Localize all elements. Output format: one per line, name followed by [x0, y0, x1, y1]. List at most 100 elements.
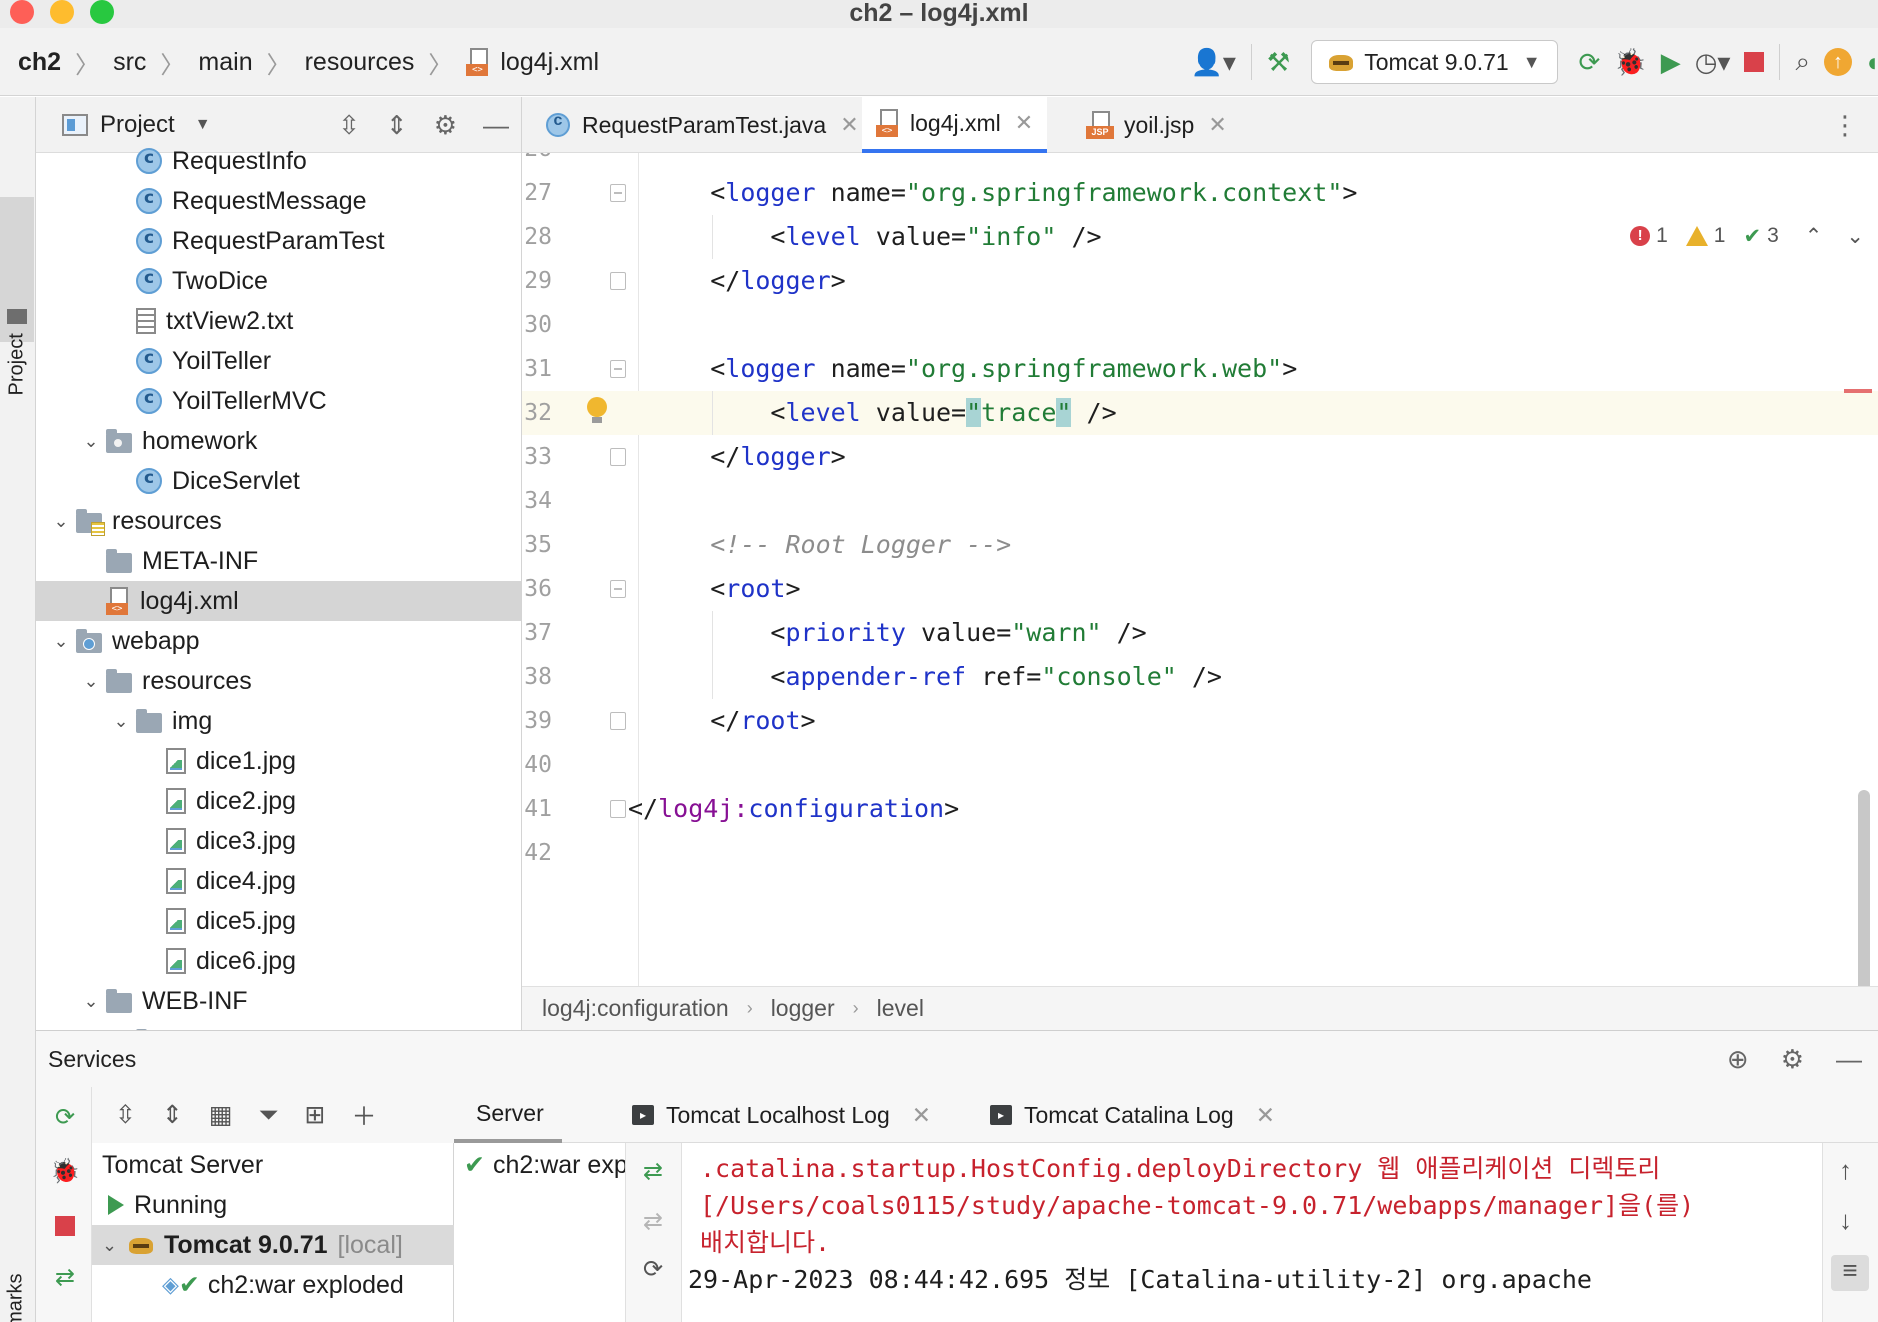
tree-item[interactable]: ⌄ resources: [36, 661, 521, 701]
tree-row-running[interactable]: Running: [92, 1185, 454, 1225]
hide-panel-icon[interactable]: —: [1836, 1044, 1862, 1075]
rerun-icon[interactable]: ⟳: [50, 1103, 80, 1133]
undeploy-icon[interactable]: ⇄: [638, 1207, 668, 1237]
tree-item[interactable]: RequestInfo: [36, 141, 521, 181]
tree-item[interactable]: YoilTellerMVC: [36, 381, 521, 421]
tree-item[interactable]: txtView2.txt: [36, 301, 521, 341]
code-line[interactable]: 31 <logger name="org.springframework.web…: [522, 347, 1878, 391]
code-line[interactable]: 32 <level value="trace" />: [522, 391, 1878, 435]
deploy-icon[interactable]: ⇄: [638, 1157, 668, 1187]
tab-requestparamtest[interactable]: RequestParamTest.java ✕: [532, 97, 873, 153]
next-highlight-icon[interactable]: ⌄: [1846, 224, 1864, 249]
tree-item[interactable]: ⌄ webapp: [36, 621, 521, 661]
crumb-file[interactable]: log4j.xml: [500, 48, 599, 77]
expand-all-icon[interactable]: ⇳: [115, 1100, 136, 1130]
fold-marker-icon[interactable]: [610, 184, 626, 202]
add-icon[interactable]: ＋: [352, 1097, 377, 1133]
tree-item[interactable]: dice1.jpg: [36, 741, 521, 781]
tree-item[interactable]: YoilTeller: [36, 341, 521, 381]
chevron-down-icon[interactable]: ⌄: [76, 431, 106, 452]
scroll-up-icon[interactable]: ↑: [1839, 1155, 1852, 1186]
breadcrumb-logger[interactable]: logger: [771, 995, 835, 1022]
gear-icon[interactable]: ⚙: [1781, 1044, 1804, 1075]
chevron-down-icon[interactable]: ⌄: [76, 991, 106, 1012]
scroll-down-icon[interactable]: ↓: [1839, 1205, 1852, 1236]
lightbulb-icon[interactable]: [586, 397, 608, 425]
code-line[interactable]: 26: [522, 153, 1878, 171]
tab-server[interactable]: Server: [454, 1087, 562, 1143]
close-icon[interactable]: ✕: [840, 112, 858, 138]
code-line[interactable]: 30: [522, 303, 1878, 347]
new-service-icon[interactable]: ⊞: [305, 1100, 326, 1130]
tree-row-artifact[interactable]: ◈ ✔ ch2:war exploded: [92, 1265, 454, 1305]
more-tabs-icon[interactable]: ⋮: [1832, 97, 1858, 153]
tree-item[interactable]: TwoDice: [36, 261, 521, 301]
code-line[interactable]: 38 <appender-ref ref="console" />: [522, 655, 1878, 699]
code-line[interactable]: 35 <!-- Root Logger -->: [522, 523, 1878, 567]
code-line[interactable]: 36 <root>: [522, 567, 1878, 611]
close-icon[interactable]: ✕: [1015, 110, 1033, 136]
fold-marker-icon[interactable]: [610, 272, 626, 290]
project-tool-window-button[interactable]: Project: [0, 197, 34, 396]
breadcrumb-level[interactable]: level: [877, 995, 924, 1022]
bookmarks-tool-window-button[interactable]: Bookmarks: [5, 1264, 28, 1322]
tree-item[interactable]: ⌄ WEB-INF: [36, 981, 521, 1021]
chevron-down-icon[interactable]: ⌄: [46, 631, 76, 652]
fold-marker-icon[interactable]: [610, 580, 626, 598]
stop-icon[interactable]: [50, 1211, 80, 1241]
editor-scrollbar[interactable]: [1858, 790, 1870, 986]
stop-icon[interactable]: [1744, 42, 1765, 82]
tree-item[interactable]: dice3.jpg: [36, 821, 521, 861]
search-icon[interactable]: ⌕: [1795, 42, 1810, 82]
tree-row-tomcat-instance[interactable]: ⌄ Tomcat 9.0.71 [local]: [92, 1225, 454, 1265]
tree-item[interactable]: META-INF: [36, 541, 521, 581]
crumb-src[interactable]: src: [113, 48, 146, 77]
tab-catalina-log[interactable]: ▸ Tomcat Catalina Log ✕: [972, 1087, 1293, 1143]
gear-icon[interactable]: ⚙: [434, 110, 457, 141]
inspection-widget[interactable]: ! 1 1 ✔ 3 ⌃ ⌄: [1624, 221, 1864, 251]
locate-icon[interactable]: ⊕: [1727, 1044, 1749, 1075]
code-line[interactable]: 33 </logger>: [522, 435, 1878, 479]
code-line[interactable]: 41 </log4j:configuration>: [522, 787, 1878, 831]
expand-all-icon[interactable]: ⇳: [338, 110, 360, 141]
code-line[interactable]: 42: [522, 831, 1878, 875]
filter-icon[interactable]: ⏷: [259, 1101, 279, 1130]
user-profile-icon[interactable]: 👤▾: [1190, 42, 1235, 82]
code-line[interactable]: 29 </logger>: [522, 259, 1878, 303]
refresh-icon[interactable]: ⟳: [638, 1255, 668, 1285]
debug-bug-icon[interactable]: 🐞: [1614, 42, 1646, 82]
chevron-down-icon[interactable]: ⌄: [46, 511, 76, 532]
close-icon[interactable]: ✕: [912, 1102, 931, 1129]
profiler-icon[interactable]: ◷▾: [1695, 42, 1731, 82]
error-stripe-mark[interactable]: [1844, 389, 1872, 393]
debug-bug-icon[interactable]: 🐞: [50, 1157, 80, 1187]
build-hammer-icon[interactable]: ⚒: [1267, 42, 1290, 82]
fold-marker-icon[interactable]: [610, 360, 626, 378]
tree-item[interactable]: ⌄ resources: [36, 501, 521, 541]
chevron-down-icon[interactable]: ⌄: [106, 711, 136, 732]
tab-log4j[interactable]: <> log4j.xml ✕: [862, 97, 1048, 153]
tree-item[interactable]: dice6.jpg: [36, 941, 521, 981]
project-view-selector[interactable]: Project ▼: [62, 111, 211, 139]
deployment-item[interactable]: ✔ ch2:war exploded: [454, 1145, 625, 1185]
breadcrumb-configuration[interactable]: log4j:configuration: [542, 995, 729, 1022]
fold-marker-icon[interactable]: [610, 712, 626, 730]
chevron-down-icon[interactable]: ⌄: [76, 671, 106, 692]
rerun-icon[interactable]: ⟳: [1579, 42, 1601, 82]
coverage-icon[interactable]: ▶: [1661, 42, 1681, 82]
tab-localhost-log[interactable]: ▸ Tomcat Localhost Log ✕: [614, 1087, 949, 1143]
tree-item[interactable]: dice5.jpg: [36, 901, 521, 941]
close-icon[interactable]: ✕: [1208, 112, 1226, 138]
tree-item[interactable]: DiceServlet: [36, 461, 521, 501]
code-line[interactable]: 27 <logger name="org.springframework.con…: [522, 171, 1878, 215]
update-icon[interactable]: ↑: [1824, 42, 1852, 82]
collapse-all-icon[interactable]: ⇕: [162, 1100, 183, 1130]
crumb-main[interactable]: main: [198, 48, 252, 77]
soft-wrap-icon[interactable]: ≡: [1831, 1255, 1869, 1291]
run-configuration-selector[interactable]: Tomcat 9.0.71 ▼: [1311, 40, 1558, 84]
close-icon[interactable]: ✕: [1256, 1102, 1275, 1129]
group-by-icon[interactable]: ▦: [209, 1100, 233, 1130]
tree-item[interactable]: ⌄ homework: [36, 421, 521, 461]
code-line[interactable]: 34: [522, 479, 1878, 523]
hide-panel-icon[interactable]: —: [483, 110, 509, 141]
